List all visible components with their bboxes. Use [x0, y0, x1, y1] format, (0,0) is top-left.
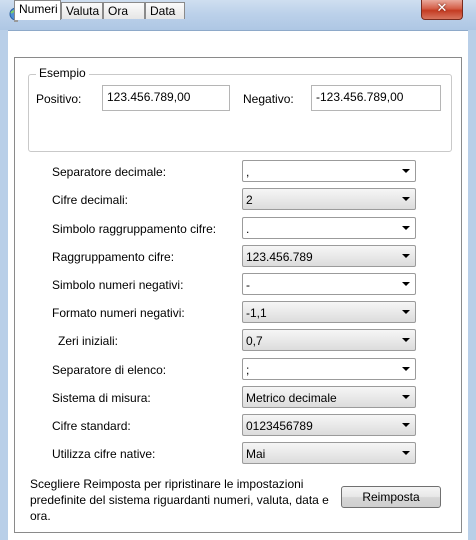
decimal-separator-combo[interactable]: ,: [242, 160, 416, 182]
tab-valuta[interactable]: Valuta: [61, 2, 103, 19]
chevron-down-icon[interactable]: [402, 310, 410, 314]
close-icon: ✕: [436, 1, 448, 16]
digit-grouping-select[interactable]: 123.456.789: [242, 245, 416, 267]
native-digits-label: Utilizza cifre native:: [52, 447, 156, 461]
example-legend: Esempio: [36, 66, 89, 80]
chevron-down-icon[interactable]: [402, 367, 410, 371]
chevron-down-icon[interactable]: [402, 282, 410, 286]
tab-numeri[interactable]: Numeri: [14, 0, 61, 20]
grouping-symbol-value: .: [246, 222, 250, 236]
decimal-digits-label: Cifre decimali:: [52, 193, 129, 207]
negative-format-value: -1,1: [246, 306, 267, 320]
chevron-down-icon[interactable]: [402, 197, 410, 201]
negative-label: Negativo:: [243, 92, 294, 106]
positive-label: Positivo:: [36, 92, 82, 106]
list-separator-combo[interactable]: ;: [242, 358, 416, 380]
grouping-symbol-label: Simbolo raggruppamento cifre:: [52, 222, 217, 236]
chevron-down-icon[interactable]: [402, 451, 410, 455]
decimal-separator-value: ,: [246, 165, 250, 179]
digit-grouping-value: 123.456.789: [246, 250, 313, 264]
standard-digits-select[interactable]: 0123456789: [242, 414, 416, 436]
reset-button[interactable]: Reimposta: [341, 486, 441, 508]
chevron-down-icon[interactable]: [402, 254, 410, 258]
digit-grouping-label: Raggruppamento cifre:: [52, 250, 175, 264]
chevron-down-icon[interactable]: [402, 395, 410, 399]
leading-zeros-select[interactable]: 0,7: [242, 329, 416, 351]
negative-format-label: Formato numeri negativi:: [52, 306, 185, 320]
leading-zeros-value: 0,7: [246, 334, 263, 348]
chevron-down-icon[interactable]: [402, 169, 410, 173]
decimal-digits-select[interactable]: 2: [242, 188, 416, 210]
reset-info-text: Scegliere Reimposta per ripristinare le …: [30, 477, 329, 523]
tab-data[interactable]: Data: [145, 2, 185, 19]
list-separator-value: ;: [246, 363, 250, 377]
native-digits-select[interactable]: Mai: [242, 442, 416, 464]
positive-example-field: 123.456.789,00: [102, 85, 230, 111]
chevron-down-icon[interactable]: [402, 338, 410, 342]
close-button[interactable]: ✕: [421, 0, 463, 20]
measurement-system-label: Sistema di misura:: [52, 391, 151, 405]
standard-digits-value: 0123456789: [246, 419, 313, 433]
list-separator-label: Separatore di elenco:: [52, 363, 167, 377]
decimal-digits-value: 2: [246, 193, 253, 207]
measurement-system-select[interactable]: Metrico decimale: [242, 386, 416, 408]
decimal-separator-label: Separatore decimale:: [52, 165, 167, 179]
standard-digits-label: Cifre standard:: [52, 419, 131, 433]
leading-zeros-label: Zeri iniziali:: [58, 334, 119, 348]
window-frame-left: [0, 30, 8, 540]
measurement-system-value: Metrico decimale: [246, 391, 337, 405]
chevron-down-icon[interactable]: [402, 226, 410, 230]
chevron-down-icon[interactable]: [402, 423, 410, 427]
native-digits-value: Mai: [246, 447, 266, 461]
negative-sign-combo[interactable]: -: [242, 273, 416, 295]
negative-example-field: -123.456.789,00: [311, 85, 441, 111]
negative-sign-value: -: [246, 278, 250, 292]
grouping-symbol-combo[interactable]: .: [242, 217, 416, 239]
negative-sign-label: Simbolo numeri negativi:: [52, 278, 184, 292]
negative-format-select[interactable]: -1,1: [242, 301, 416, 323]
window-frame-right: [468, 30, 476, 540]
tab-ora[interactable]: Ora: [103, 2, 145, 19]
